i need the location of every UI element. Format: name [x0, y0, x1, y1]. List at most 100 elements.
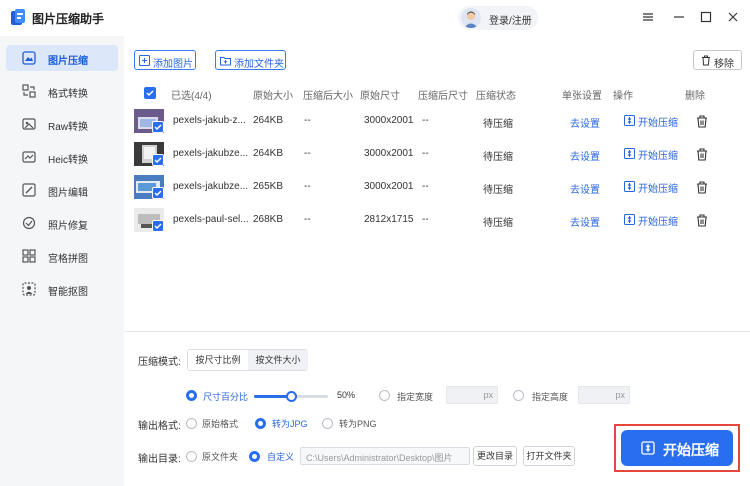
- comp-dim: --: [422, 214, 429, 225]
- delete-row-icon[interactable]: [696, 214, 708, 227]
- format-jpg-label: 转为JPG: [272, 419, 308, 429]
- width-input[interactable]: px: [446, 386, 498, 404]
- sidebar-item-label: 照片修复: [48, 221, 88, 232]
- remove-button[interactable]: 移除: [693, 50, 742, 70]
- change-dir-button[interactable]: 更改目录: [473, 446, 517, 466]
- file-name: pexels-jakub-z...: [173, 115, 246, 126]
- app-title: 图片压缩助手: [32, 12, 105, 26]
- setting-link[interactable]: 去设置: [570, 181, 600, 196]
- add-folder-label: 添加文件夹: [234, 59, 284, 70]
- sidebar-item-format-convert[interactable]: 格式转换: [6, 78, 118, 104]
- row-start-label: 开始压缩: [638, 151, 678, 162]
- table-row: pexels-jakub-z... 264KB -- 3000x2001 -- …: [124, 106, 750, 138]
- dir-label: 输出目录:: [138, 454, 181, 465]
- sidebar-item-heic-convert[interactable]: Heic转换: [6, 144, 118, 170]
- smart-cutout-icon: [22, 282, 36, 296]
- dir-original-label: 原文件夹: [202, 452, 239, 462]
- table-row: pexels-jakubze... 265KB -- 3000x2001 -- …: [124, 172, 750, 204]
- add-folder-button[interactable]: 添加文件夹: [215, 50, 286, 70]
- sidebar-item-label: 图片压缩: [48, 56, 88, 67]
- height-input[interactable]: px: [578, 386, 630, 404]
- title-bar: 图片压缩助手 登录/注册: [0, 0, 750, 36]
- delete-row-icon[interactable]: [696, 148, 708, 161]
- width-unit: px: [483, 390, 493, 400]
- comp-size: --: [304, 214, 311, 225]
- sidebar-item-image-compress[interactable]: 图片压缩: [6, 45, 118, 71]
- orig-dim: 3000x2001: [364, 148, 414, 159]
- size-percent-value: 50%: [337, 390, 356, 400]
- open-folder-button[interactable]: 打开文件夹: [523, 446, 575, 466]
- comp-size: --: [304, 148, 311, 159]
- height-radio[interactable]: [513, 390, 524, 401]
- status-text: 待压缩: [483, 152, 513, 163]
- compress-icon: [624, 115, 635, 126]
- delete-row-icon[interactable]: [696, 181, 708, 194]
- row-checkbox[interactable]: [152, 121, 164, 133]
- add-image-label: 添加图片: [153, 59, 193, 70]
- size-slider-handle[interactable]: [286, 391, 297, 402]
- menu-icon[interactable]: [641, 10, 655, 24]
- row-start-label: 开始压缩: [638, 184, 678, 195]
- compress-icon: [624, 181, 635, 192]
- size-percent-label: 尺寸百分比: [203, 392, 249, 402]
- sidebar-item-photo-repair[interactable]: 照片修复: [6, 210, 118, 236]
- setting-link[interactable]: 去设置: [570, 115, 600, 130]
- row-start-label: 开始压缩: [638, 217, 678, 228]
- sidebar-item-label: 格式转换: [48, 89, 88, 100]
- mode-switch: 按尺寸比例 按文件大小: [187, 349, 308, 371]
- format-original-label: 原始格式: [202, 419, 239, 429]
- width-radio[interactable]: [379, 390, 390, 401]
- sidebar-item-raw-convert[interactable]: Raw转换: [6, 111, 118, 137]
- start-compress-button[interactable]: 开始压缩: [621, 430, 733, 466]
- setting-link[interactable]: 去设置: [570, 148, 600, 163]
- status-text: 待压缩: [483, 119, 513, 130]
- sidebar-item-grid-collage[interactable]: 宫格拼图: [6, 243, 118, 269]
- close-icon[interactable]: [726, 10, 740, 24]
- row-checkbox[interactable]: [152, 187, 164, 199]
- row-checkbox[interactable]: [152, 220, 164, 232]
- main-panel: 添加图片 添加文件夹 移除 已选(4/4) 原始大小 压缩后大小 原始尺寸 压缩…: [124, 36, 750, 486]
- height-unit: px: [615, 390, 625, 400]
- format-jpg-radio[interactable]: [255, 418, 266, 429]
- output-path-field[interactable]: C:\Users\Administrator\Desktop\图片: [300, 447, 470, 465]
- header-orig-dim: 原始尺寸: [360, 91, 400, 102]
- comp-dim: --: [422, 181, 429, 192]
- mode-option-ratio[interactable]: 按尺寸比例: [188, 350, 248, 370]
- row-checkbox[interactable]: [152, 154, 164, 166]
- app-logo-icon: [11, 9, 25, 25]
- add-image-button[interactable]: 添加图片: [134, 50, 196, 70]
- delete-row-icon[interactable]: [696, 115, 708, 128]
- minimize-icon[interactable]: [672, 10, 686, 24]
- remove-label: 移除: [714, 59, 734, 70]
- orig-size: 265KB: [253, 181, 284, 192]
- sidebar-item-smart-cutout[interactable]: 智能抠图: [6, 276, 118, 302]
- start-compress-label: 开始压缩: [663, 442, 719, 458]
- format-label: 输出格式:: [138, 421, 181, 432]
- mode-option-size[interactable]: 按文件大小: [248, 350, 308, 370]
- login-button[interactable]: 登录/注册: [458, 6, 538, 30]
- dir-custom-label: 自定义: [267, 452, 295, 462]
- header-delete: 删除: [685, 91, 705, 102]
- sidebar-item-image-edit[interactable]: 图片编辑: [6, 177, 118, 203]
- photo-repair-icon: [22, 216, 36, 230]
- size-percent-radio[interactable]: [186, 390, 197, 401]
- orig-size: 264KB: [253, 148, 284, 159]
- header-comp-dim: 压缩后尺寸: [418, 91, 468, 102]
- header-comp-size: 压缩后大小: [303, 91, 353, 102]
- format-png-radio[interactable]: [322, 418, 333, 429]
- format-original-radio[interactable]: [186, 418, 197, 429]
- dir-original-radio[interactable]: [186, 451, 197, 462]
- sidebar-item-label: 图片编辑: [48, 188, 88, 199]
- grid-collage-icon: [22, 249, 36, 263]
- select-all-checkbox[interactable]: [144, 87, 156, 99]
- maximize-icon[interactable]: [699, 10, 713, 24]
- compress-icon: [624, 214, 635, 225]
- orig-dim: 2812x1715: [364, 214, 414, 225]
- trash-icon: [702, 55, 710, 66]
- orig-size: 268KB: [253, 214, 284, 225]
- image-compress-icon: [22, 51, 36, 65]
- setting-link[interactable]: 去设置: [570, 214, 600, 229]
- file-name: pexels-paul-sel...: [173, 214, 249, 225]
- dir-custom-radio[interactable]: [249, 451, 260, 462]
- status-text: 待压缩: [483, 218, 513, 229]
